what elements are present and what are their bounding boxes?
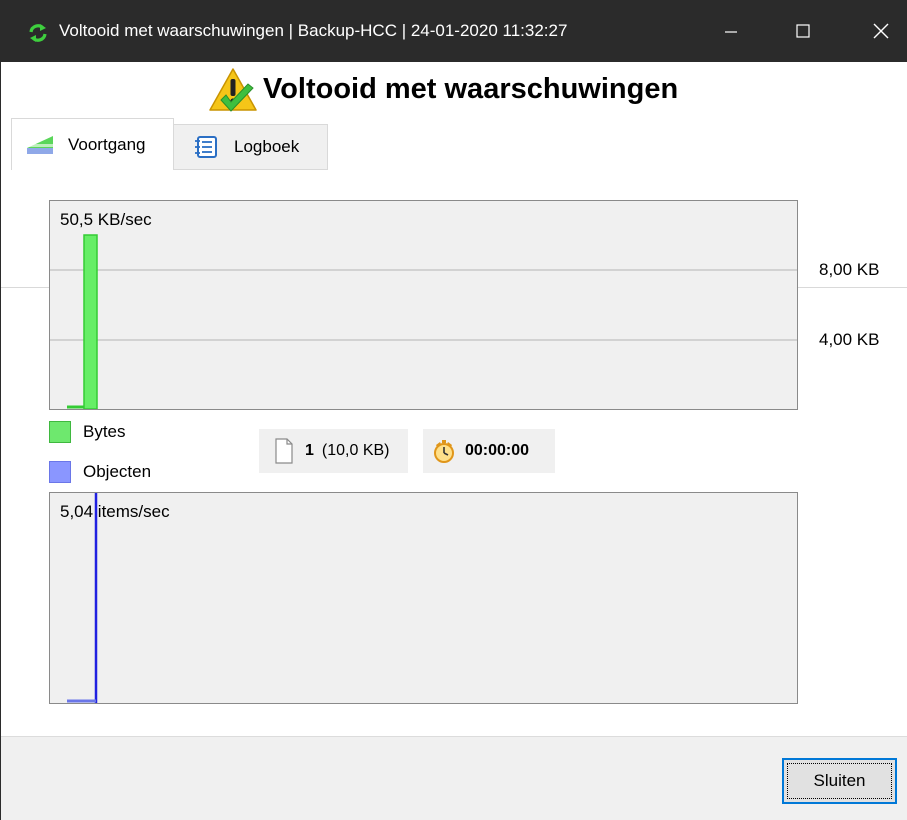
title-bar[interactable]: Voltooid met waarschuwingen | Backup-HCC… <box>1 0 907 62</box>
y-axis-label-4kb: 4,00 KB <box>819 330 880 349</box>
file-icon <box>275 438 293 464</box>
footer-bar <box>1 736 907 820</box>
minimize-icon <box>725 31 737 33</box>
file-size-value: (10,0 KB) <box>321 442 390 459</box>
bytes-series-bar <box>83 234 98 409</box>
tab-voortgang[interactable]: Voortgang <box>11 118 174 170</box>
elapsed-time-stat: 00:00:00 <box>423 429 555 473</box>
legend-swatch-objects <box>49 461 71 483</box>
legend-swatch-bytes <box>49 421 71 443</box>
bytes-chart-plot <box>50 234 797 409</box>
objects-chart: 5,04 items/sec <box>49 492 798 704</box>
sync-arrows-icon <box>29 24 47 42</box>
tab-label: Voortgang <box>68 134 146 154</box>
tab-strip: Voortgang Logboek <box>1 118 907 288</box>
status-heading: Voltooid met waarschuwingen <box>1 62 907 118</box>
window-title: Voltooid met waarschuwingen | Backup-HCC… <box>59 21 568 40</box>
file-count-value: 1 <box>305 442 314 459</box>
tab-logboek[interactable]: Logboek <box>174 124 328 170</box>
bytes-rate-label: 50,5 KB/sec <box>60 210 152 229</box>
legend-label: Bytes <box>83 422 126 441</box>
maximize-icon <box>796 24 810 38</box>
progress-chart-icon <box>27 135 53 154</box>
tab-label: Logboek <box>234 137 300 156</box>
objects-rate-label: 5,04 items/sec <box>60 502 170 521</box>
objects-chart-plot <box>67 493 98 703</box>
focus-rectangle <box>787 763 892 799</box>
minimize-button[interactable] <box>701 0 761 62</box>
maximize-button[interactable] <box>773 0 833 62</box>
close-window-button[interactable] <box>851 0 907 62</box>
elapsed-time-value: 00:00:00 <box>465 442 530 459</box>
notebook-icon <box>195 136 217 158</box>
legend-objects: Objecten <box>49 461 151 483</box>
y-axis-label-8kb: 8,00 KB <box>819 260 880 279</box>
legend-bytes: Bytes <box>49 421 126 443</box>
warning-check-icon <box>209 68 257 112</box>
progress-window: Voltooid met waarschuwingen | Backup-HCC… <box>0 0 907 820</box>
legend-label: Objecten <box>83 462 152 481</box>
close-icon <box>873 23 889 39</box>
status-title: Voltooid met waarschuwingen <box>263 73 679 105</box>
close-button[interactable]: Sluiten <box>782 758 897 804</box>
file-count-stat: 1 (10,0 KB) <box>259 429 408 473</box>
bytes-chart: 50,5 KB/sec <box>49 200 798 410</box>
stopwatch-icon <box>434 440 454 463</box>
